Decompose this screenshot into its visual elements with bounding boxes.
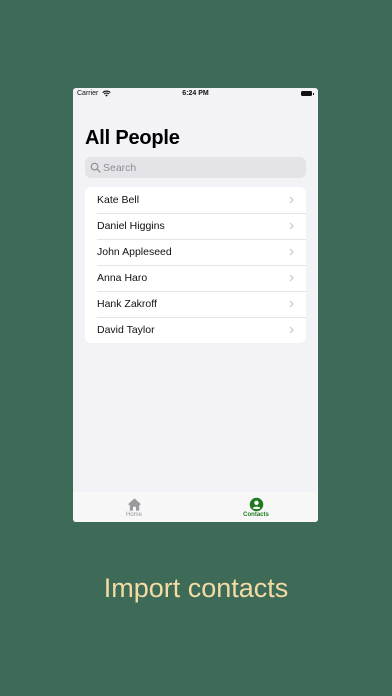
clock: 6:24 PM	[182, 90, 209, 97]
contact-row[interactable]: Daniel Higgins	[85, 213, 306, 239]
chevron-right-icon	[289, 222, 294, 230]
contact-row[interactable]: Kate Bell	[85, 187, 306, 213]
chevron-right-icon	[289, 300, 294, 308]
search-bar[interactable]	[85, 157, 306, 178]
status-bar: Carrier 6:24 PM	[73, 88, 318, 100]
contact-name: Kate Bell	[97, 194, 140, 206]
phone-screen: Carrier 6:24 PM All People Kate Bell Dan…	[73, 88, 318, 522]
contact-row[interactable]: Hank Zakroff	[85, 291, 306, 317]
contacts-list: Kate Bell Daniel Higgins John Appleseed …	[85, 187, 306, 343]
contact-name: Hank Zakroff	[97, 298, 157, 310]
tab-contacts-label: Contacts	[243, 512, 269, 518]
contact-row[interactable]: Anna Haro	[85, 265, 306, 291]
search-icon	[90, 162, 101, 173]
chevron-right-icon	[289, 274, 294, 282]
tab-home-label: Home	[125, 512, 142, 518]
promo-caption: Import contacts	[103, 573, 289, 603]
person-circle-icon	[249, 497, 263, 512]
tab-contacts[interactable]: Contacts	[216, 492, 296, 522]
chevron-right-icon	[289, 326, 294, 334]
contact-row[interactable]: John Appleseed	[85, 239, 306, 265]
home-icon	[127, 498, 141, 511]
contact-name: David Taylor	[97, 324, 155, 336]
tab-bar: Home Contacts	[73, 492, 318, 522]
chevron-right-icon	[289, 196, 294, 204]
contact-name: Daniel Higgins	[97, 220, 165, 232]
tab-home[interactable]: Home	[94, 492, 174, 522]
contact-name: Anna Haro	[97, 272, 148, 284]
battery-icon	[301, 91, 314, 96]
page-title: All People	[85, 127, 180, 149]
contact-name: John Appleseed	[97, 246, 172, 258]
contact-row[interactable]: David Taylor	[85, 317, 306, 343]
search-input[interactable]	[103, 157, 298, 178]
chevron-right-icon	[289, 248, 294, 256]
